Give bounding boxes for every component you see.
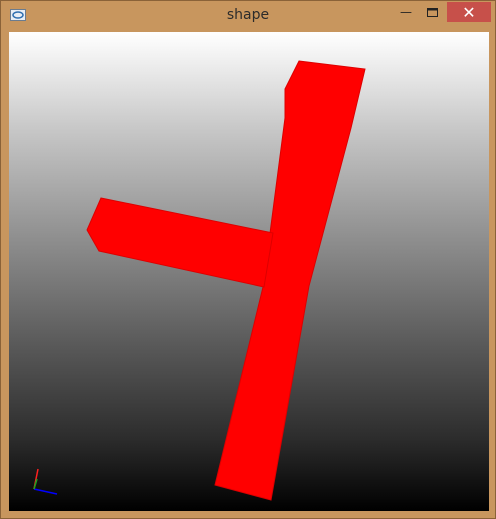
title-bar[interactable]: shape — ✕ bbox=[1, 1, 495, 31]
x-axis-icon bbox=[33, 488, 58, 495]
3d-viewport[interactable] bbox=[9, 32, 489, 511]
red-shape-arm bbox=[86, 197, 274, 288]
app-window: shape — ✕ bbox=[0, 0, 496, 519]
maximize-button[interactable] bbox=[419, 2, 446, 22]
close-icon: ✕ bbox=[462, 2, 476, 22]
close-button[interactable]: ✕ bbox=[447, 2, 491, 22]
axis-triad-icon bbox=[33, 468, 58, 495]
minimize-button[interactable]: — bbox=[393, 2, 419, 22]
viewport-canvas bbox=[33, 60, 366, 501]
maximize-icon bbox=[427, 7, 438, 17]
minimize-icon: — bbox=[400, 5, 412, 19]
